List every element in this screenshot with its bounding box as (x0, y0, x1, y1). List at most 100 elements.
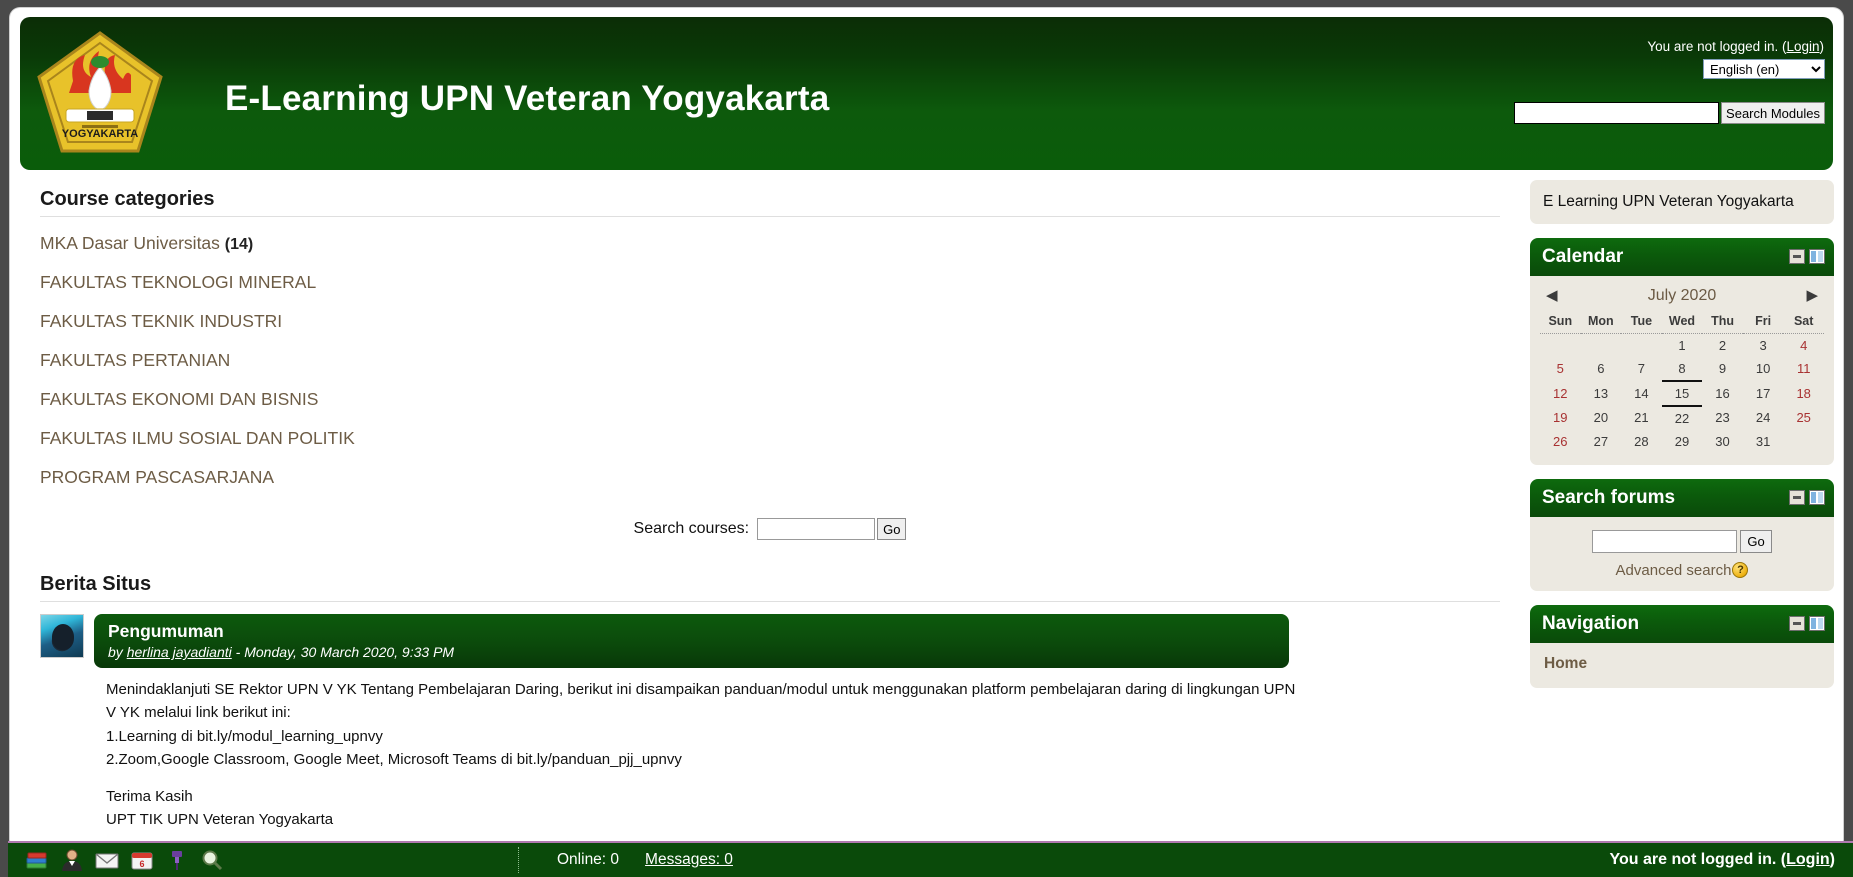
intro-block-text: E Learning UPN Veteran Yogyakarta (1530, 180, 1834, 224)
calendar-day[interactable]: 24 (1743, 406, 1784, 430)
calendar-day[interactable]: 26 (1540, 430, 1581, 453)
user-icon[interactable] (59, 847, 85, 873)
calendar-day-today[interactable]: 15 (1661, 379, 1703, 407)
calendar-day[interactable]: 19 (1540, 406, 1581, 430)
course-category-list: MKA Dasar Universitas (14) FAKULTAS TEKN… (40, 233, 1500, 488)
navigation-block-body: Home (1530, 642, 1834, 688)
pin-icon[interactable] (164, 847, 190, 873)
search-courses-input[interactable] (757, 518, 876, 540)
calendar-day[interactable]: 25 (1783, 406, 1824, 430)
online-count: Online: 0 (557, 851, 620, 868)
category-link[interactable]: PROGRAM PASCASARJANA (40, 467, 274, 487)
search-modules-button[interactable]: Search Modules (1721, 102, 1825, 124)
calendar-weeks: 1 2 3 4 5 6 7 8 9 10 11 12 13 14 15 16 1… (1540, 333, 1824, 453)
calendar-day[interactable]: 22 (1662, 406, 1703, 430)
category-link[interactable]: FAKULTAS ILMU SOSIAL DAN POLITIK (40, 428, 355, 448)
calendar-week-row: 5 6 7 8 9 10 11 (1540, 357, 1824, 381)
calendar-day[interactable]: 31 (1743, 430, 1784, 453)
dock-columns-icon[interactable] (1809, 249, 1825, 265)
calendar-table: Sun Mon Tue Wed Thu Fri Sat 1 2 3 4 5 6 … (1540, 312, 1824, 453)
help-icon[interactable]: ? (1732, 562, 1749, 579)
calendar-day[interactable]: 20 (1581, 406, 1622, 430)
calendar-day[interactable]: 6 (1581, 357, 1622, 381)
calendar-day[interactable] (1581, 333, 1622, 357)
calendar-day[interactable]: 11 (1783, 357, 1824, 381)
category-link[interactable]: FAKULTAS EKONOMI DAN BISNIS (40, 389, 318, 409)
calendar-icon[interactable]: 6 (129, 847, 155, 873)
calendar-day[interactable]: 12 (1540, 381, 1581, 406)
dock-columns-icon[interactable] (1809, 490, 1825, 506)
category-link[interactable]: MKA Dasar Universitas (40, 233, 220, 253)
calendar-day[interactable] (1540, 333, 1581, 357)
taskbar-divider (518, 847, 519, 873)
calendar-day[interactable]: 30 (1702, 430, 1743, 453)
magnifier-icon[interactable] (199, 847, 225, 873)
envelope-icon[interactable] (94, 847, 120, 873)
calendar-day[interactable]: 28 (1621, 430, 1662, 453)
search-forums-input[interactable] (1592, 529, 1738, 553)
calendar-day[interactable]: 13 (1581, 381, 1622, 406)
calendar-day[interactable]: 9 (1702, 357, 1743, 381)
calendar-next-icon[interactable]: ▶ (1806, 288, 1818, 303)
taskbar-login-link[interactable]: Login (1786, 851, 1830, 868)
course-categories-heading: Course categories (40, 188, 1500, 217)
calendar-day[interactable]: 1 (1662, 333, 1703, 357)
minimize-icon[interactable] (1789, 490, 1805, 506)
category-item: PROGRAM PASCASARJANA (40, 467, 1500, 488)
forum-post-author-link[interactable]: herlina jayadianti (127, 644, 232, 660)
header-search-input[interactable] (1514, 102, 1720, 124)
calendar-day[interactable]: 23 (1702, 406, 1743, 430)
books-icon[interactable] (24, 847, 50, 873)
calendar-prev-icon[interactable]: ◀ (1546, 288, 1558, 303)
nav-item-home[interactable]: Home (1540, 652, 1824, 676)
sidebar: E Learning UPN Veteran Yogyakarta Calend… (1530, 180, 1843, 850)
search-forums-block-title: Search forums (1542, 486, 1676, 508)
taskbar-login-status: You are not logged in. (Login) (1610, 851, 1853, 869)
advanced-search-link[interactable]: Advanced search (1616, 562, 1732, 579)
forum-post: Pengumuman by herlina jayadianti - Monda… (40, 614, 1500, 832)
category-link[interactable]: FAKULTAS PERTANIAN (40, 350, 230, 370)
messages-link[interactable]: Messages: 0 (645, 851, 733, 869)
calendar-day[interactable]: 4 (1783, 333, 1824, 357)
calendar-day[interactable]: 27 (1581, 430, 1622, 453)
forum-post-byline: by herlina jayadianti - Monday, 30 March… (108, 644, 1275, 660)
calendar-day[interactable]: 21 (1621, 406, 1662, 430)
navigation-block-header: Navigation (1530, 604, 1834, 643)
search-forums-block-header: Search forums (1530, 478, 1834, 517)
category-link[interactable]: FAKULTAS TEKNIK INDUSTRI (40, 311, 282, 331)
calendar-week-row: 1 2 3 4 (1540, 333, 1824, 357)
search-forums-go-button[interactable]: Go (1740, 529, 1772, 553)
upn-logo-icon: YOGYAKARTA (35, 29, 165, 159)
calendar-day[interactable]: 8 (1662, 357, 1703, 381)
language-select[interactable]: English (en) (1703, 59, 1825, 79)
minimize-icon[interactable] (1789, 249, 1805, 265)
calendar-block-body: ◀ July 2020 ▶ Sun Mon Tue Wed Thu Fri Sa… (1530, 275, 1834, 465)
calendar-day[interactable]: 18 (1783, 381, 1824, 406)
calendar-day[interactable]: 14 (1621, 381, 1662, 406)
calendar-day[interactable] (1621, 333, 1662, 357)
calendar-day[interactable]: 2 (1702, 333, 1743, 357)
calendar-weekday: Tue (1621, 312, 1662, 334)
search-courses-go-button[interactable]: Go (877, 518, 907, 540)
calendar-day[interactable]: 16 (1702, 381, 1743, 406)
calendar-day[interactable]: 10 (1743, 357, 1784, 381)
forum-post-subject: Pengumuman (108, 621, 224, 641)
block-icon-group (1789, 490, 1825, 506)
minimize-icon[interactable] (1789, 616, 1805, 632)
header-login-link[interactable]: Login (1786, 39, 1819, 54)
calendar-weekday: Sat (1783, 312, 1824, 334)
calendar-day[interactable] (1783, 430, 1824, 453)
calendar-day[interactable]: 17 (1743, 381, 1784, 406)
forum-post-content: Menindaklanjuti SE Rektor UPN V YK Tenta… (106, 678, 1311, 832)
calendar-day[interactable]: 29 (1662, 430, 1703, 453)
calendar-weekday: Mon (1580, 312, 1622, 334)
svg-text:6: 6 (139, 859, 144, 869)
calendar-day[interactable]: 5 (1540, 357, 1581, 381)
calendar-day[interactable]: 7 (1621, 357, 1662, 381)
calendar-day[interactable]: 3 (1743, 333, 1784, 357)
dock-columns-icon[interactable] (1809, 616, 1825, 632)
forum-post-header: Pengumuman by herlina jayadianti - Monda… (94, 614, 1289, 669)
forum-post-body: Pengumuman by herlina jayadianti - Monda… (94, 614, 1500, 832)
category-item: FAKULTAS TEKNOLOGI MINERAL (40, 272, 1500, 293)
category-link[interactable]: FAKULTAS TEKNOLOGI MINERAL (40, 272, 316, 292)
